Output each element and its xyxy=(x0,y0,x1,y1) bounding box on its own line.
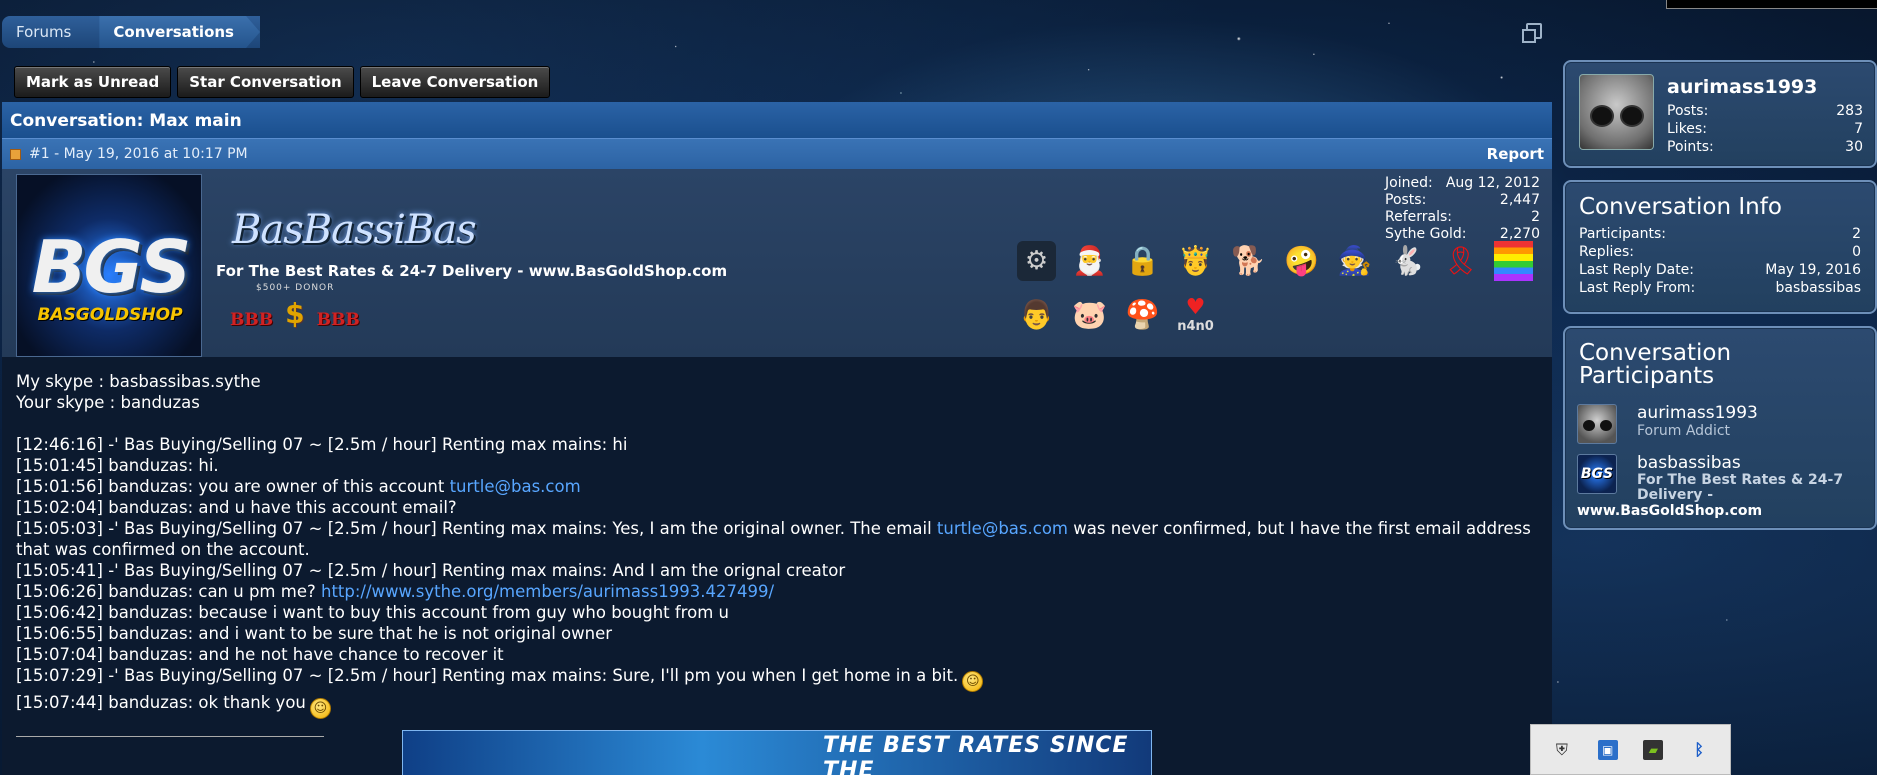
participant-item[interactable]: aurimass1993 Forum Addict xyxy=(1565,404,1875,444)
mushroom-icon[interactable]: 🍄 xyxy=(1123,295,1162,335)
avatar-logo-text: BGS xyxy=(31,225,192,309)
participant-name[interactable]: basbassibas xyxy=(1637,454,1847,473)
badge-bbb-right: BBB xyxy=(316,310,360,330)
trophy-icons: ⚙ 🎅 🔒 🤴 🐕 🤪 🧙 🐇 🎗 👨 🐷 🍄 ♥ n4n0 xyxy=(1017,241,1547,335)
monitor-icon[interactable]: ▣ xyxy=(1597,739,1618,760)
post-header: #1 - May 19, 2016 at 10:17 PM Report xyxy=(2,138,1552,169)
rainbow-icon[interactable] xyxy=(1494,241,1533,281)
report-link[interactable]: Report xyxy=(1487,145,1544,163)
bunny-icon[interactable]: 🐇 xyxy=(1388,241,1427,281)
user-name[interactable]: aurimass1993 xyxy=(1667,76,1817,98)
padlock-icon[interactable]: 🔒 xyxy=(1123,241,1162,281)
santa-icon[interactable]: 🎅 xyxy=(1070,241,1109,281)
conversation-info-title: Conversation Info xyxy=(1579,194,1782,220)
signature-divider xyxy=(16,736,324,737)
poster-avatar[interactable]: BGS BASGOLDSHOP xyxy=(16,174,202,357)
cartoon-icon[interactable]: 🤪 xyxy=(1282,241,1321,281)
doge-icon[interactable]: 🐕 xyxy=(1229,241,1268,281)
king-icon[interactable]: 🤴 xyxy=(1176,241,1215,281)
pig-icon[interactable]: 🐷 xyxy=(1070,295,1109,335)
breadcrumb-conversations[interactable]: Conversations xyxy=(99,16,260,48)
window-topbar xyxy=(1666,0,1877,9)
participants-title: Conversation Participants xyxy=(1579,340,1732,389)
email-link-2[interactable]: turtle@bas.com xyxy=(937,519,1068,538)
grin-icon: ☺ xyxy=(309,698,331,719)
user-stats: Posts: 283 Likes: 7 Points: 30 xyxy=(1667,103,1863,155)
system-tray: ⛨ ▣ ▰ ᛒ xyxy=(1530,724,1731,775)
shield-icon[interactable]: ⛨ xyxy=(1552,740,1572,760)
n4n0-icon[interactable]: ♥ n4n0 xyxy=(1176,295,1215,335)
message-line: [15:01:45] banduzas: hi. xyxy=(16,456,219,475)
conversation-actions: Mark as Unread Star Conversation Leave C… xyxy=(14,66,551,98)
signature-banner[interactable]: THE BEST RATES SINCE THE xyxy=(402,730,1152,775)
message-line: [15:07:44] banduzas: ok thank you ☺ xyxy=(16,692,1538,719)
poster-username[interactable]: BasBassiBas xyxy=(232,207,477,253)
restore-window-icon[interactable] xyxy=(1522,23,1542,43)
participant-role: Forum Addict xyxy=(1637,423,1731,439)
last-reply-user[interactable]: basbassibas xyxy=(1776,279,1861,297)
bluetooth-icon[interactable]: ᛒ xyxy=(1689,740,1709,760)
banner-text: THE BEST RATES SINCE THE xyxy=(823,733,1129,775)
gold-coins-icon: $ xyxy=(285,297,305,330)
badge-bbb-left: BBB xyxy=(230,310,274,330)
donor-label: $500+ DONOR xyxy=(256,283,335,293)
participant-avatar[interactable]: BGS xyxy=(1577,454,1617,494)
mark-unread-button[interactable]: Mark as Unread xyxy=(14,66,172,98)
participants-panel: Conversation Participants aurimass1993 F… xyxy=(1563,326,1877,530)
star-conversation-button[interactable]: Star Conversation xyxy=(177,66,354,98)
breadcrumb-separator xyxy=(85,16,100,48)
message-line: [15:02:04] banduzas: and u have this acc… xyxy=(16,498,457,517)
breadcrumb: Forums Conversations xyxy=(2,16,260,48)
message-line: [15:06:55] banduzas: and i want to be su… xyxy=(16,624,613,643)
nvidia-icon[interactable]: ▰ xyxy=(1643,739,1664,760)
visitor-panel: aurimass1993 Posts: 283 Likes: 7 Points: 30 xyxy=(1563,60,1877,168)
participant-avatar[interactable] xyxy=(1577,404,1617,444)
wizard-icon[interactable]: 🧙 xyxy=(1335,241,1374,281)
poster-user-title: For The Best Rates & 24-7 Delivery - www… xyxy=(216,262,728,280)
smile-icon: ☺ xyxy=(962,671,984,692)
participant-tagline: www.BasGoldShop.com xyxy=(1577,503,1763,519)
poster-badges: BBB $ BBB xyxy=(230,297,360,330)
message-line: [15:01:56] banduzas: you are owner of th… xyxy=(16,477,581,496)
message-line: [15:06:42] banduzas: because i want to b… xyxy=(16,603,729,622)
email-link[interactable]: turtle@bas.com xyxy=(450,477,581,496)
avatar-logo-sub: BASGOLDSHOP xyxy=(37,305,183,325)
user-avatar[interactable] xyxy=(1579,74,1654,150)
profile-link[interactable]: http://www.sythe.org/members/aurimass199… xyxy=(321,582,774,601)
message-line: [15:07:04] banduzas: and he not have cha… xyxy=(16,645,504,664)
steam-icon[interactable]: ⚙ xyxy=(1017,241,1056,281)
participant-role: For The Best Rates & 24-7 Delivery - xyxy=(1637,472,1844,503)
conversation-info-panel: Conversation Info Participants: 2 Replies… xyxy=(1563,180,1877,314)
message-line: Your skype : banduzas xyxy=(16,393,200,412)
poster-userbar: BGS BASGOLDSHOP BasBassiBas For The Best… xyxy=(2,169,1552,357)
message-line: [15:06:26] banduzas: can u pm me? http:/… xyxy=(16,582,775,601)
participant-item[interactable]: BGS basbassibas For The Best Rates & 24-… xyxy=(1565,454,1875,503)
man-icon[interactable]: 👨 xyxy=(1017,295,1056,335)
sidebar: aurimass1993 Posts: 283 Likes: 7 Points: 30… xyxy=(1563,60,1877,542)
message-body: My skype : basbassibas.sythe Your skype … xyxy=(2,357,1552,751)
conversation-title: Conversation: Max main xyxy=(2,102,1552,138)
message-line: [12:46:16] -' Bas Buying/Selling 07 ~ [2… xyxy=(16,435,628,454)
message-line: [15:07:29] -' Bas Buying/Selling 07 ~ [2… xyxy=(16,665,1538,692)
conversation-main: Conversation: Max main #1 - May 19, 2016… xyxy=(2,102,1552,775)
ribbon-icon[interactable]: 🎗 xyxy=(1441,241,1480,281)
post-icon xyxy=(10,148,21,160)
post-meta: #1 - May 19, 2016 at 10:17 PM xyxy=(29,146,248,162)
breadcrumb-forums[interactable]: Forums xyxy=(2,16,85,48)
poster-stats: Joined: Aug 12, 2012 Posts: 2,447 Referral… xyxy=(1385,175,1540,242)
participant-name[interactable]: aurimass1993 xyxy=(1637,404,1758,423)
leave-conversation-button[interactable]: Leave Conversation xyxy=(359,66,551,98)
message-line: [15:05:41] -' Bas Buying/Selling 07 ~ [2… xyxy=(16,561,846,580)
message-line: [15:05:03] -' Bas Buying/Selling 07 ~ [2… xyxy=(16,519,1531,559)
message-line: My skype : basbassibas.sythe xyxy=(16,372,261,391)
